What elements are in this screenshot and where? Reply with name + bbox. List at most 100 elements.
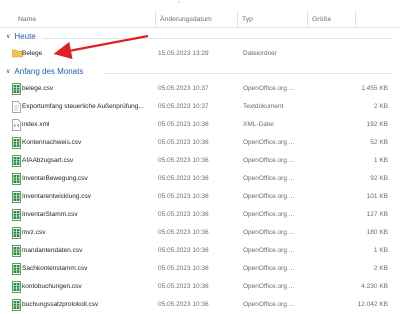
file-row[interactable]: AfAAbzugsart.csv 05.05.2023 10:36 OpenOffi… bbox=[0, 152, 400, 170]
file-size: 101 KB bbox=[366, 193, 388, 200]
spreadsheet-icon bbox=[12, 155, 22, 167]
file-date: 05.05.2023 10:36 bbox=[158, 283, 209, 290]
file-row[interactable]: kontobuchungen.csv 05.05.2023 10:36 OpenOf… bbox=[0, 278, 400, 296]
file-date: 05.05.2023 10:37 bbox=[158, 103, 209, 110]
file-name: index.xml bbox=[22, 121, 50, 128]
folder-icon bbox=[12, 48, 23, 60]
group-header-today[interactable]: ∨ Heute bbox=[6, 32, 36, 41]
file-name: AfAAbzugsart.csv bbox=[22, 157, 74, 164]
column-divider[interactable] bbox=[155, 11, 156, 27]
file-row[interactable]: belege.csv 05.05.2023 10:37 OpenOffice.org… bbox=[0, 80, 400, 98]
file-type: OpenOffice.org ... bbox=[243, 139, 295, 146]
column-divider[interactable] bbox=[237, 11, 238, 27]
file-name: Kontennachweis.csv bbox=[22, 139, 82, 146]
spreadsheet-icon bbox=[12, 191, 22, 203]
group-divider bbox=[42, 38, 392, 39]
file-type: OpenOffice.org ... bbox=[243, 229, 295, 236]
file-size: 1 KB bbox=[373, 247, 388, 254]
file-date: 05.05.2023 10:36 bbox=[158, 121, 209, 128]
file-type: Dateiordner bbox=[243, 50, 277, 57]
file-name: belege.csv bbox=[22, 85, 54, 92]
spreadsheet-icon bbox=[12, 263, 22, 275]
spreadsheet-icon bbox=[12, 299, 22, 311]
spreadsheet-icon bbox=[12, 227, 22, 239]
group-divider bbox=[104, 73, 392, 74]
file-date: 05.05.2023 10:36 bbox=[158, 229, 209, 236]
file-name: buchungssatzprotokoll.csv bbox=[22, 301, 99, 308]
file-date: 05.05.2023 10:36 bbox=[158, 211, 209, 218]
file-type: XML-Datei bbox=[243, 121, 274, 128]
column-header-type[interactable]: Typ bbox=[242, 16, 253, 23]
spreadsheet-icon bbox=[12, 137, 22, 149]
spreadsheet-icon bbox=[12, 281, 22, 293]
spreadsheet-icon bbox=[12, 83, 22, 95]
file-row[interactable]: buchungssatzprotokoll.csv 05.05.2023 10:3… bbox=[0, 296, 400, 314]
column-header-size[interactable]: Größe bbox=[312, 16, 331, 23]
file-date: 05.05.2023 10:36 bbox=[158, 157, 209, 164]
spreadsheet-icon bbox=[12, 209, 22, 221]
column-header-date[interactable]: Änderungsdatum bbox=[160, 16, 212, 23]
file-date: 05.05.2023 10:36 bbox=[158, 175, 209, 182]
group-label: Anfang des Monats bbox=[14, 67, 84, 76]
file-row[interactable]: Sachkontenstamm.csv 05.05.2023 10:36 OpenO… bbox=[0, 260, 400, 278]
file-size: 92 KB bbox=[370, 175, 388, 182]
file-row[interactable]: mvz.csv 05.05.2023 10:36 OpenOffice.org ..… bbox=[0, 224, 400, 242]
xml-file-icon bbox=[12, 119, 22, 131]
file-size: 12.042 KB bbox=[357, 301, 388, 308]
file-name: InventarStamm.csv bbox=[22, 211, 78, 218]
file-type: OpenOffice.org ... bbox=[243, 175, 295, 182]
column-header-bar: ⌃ Name Änderungsdatum Typ Größe bbox=[0, 0, 400, 28]
file-type: OpenOffice.org ... bbox=[243, 157, 295, 164]
file-type: OpenOffice.org ... bbox=[243, 283, 295, 290]
file-type: OpenOffice.org ... bbox=[243, 265, 295, 272]
file-date: 05.05.2023 10:36 bbox=[158, 139, 209, 146]
text-document-icon bbox=[12, 101, 22, 113]
group-label: Heute bbox=[14, 32, 36, 41]
column-divider[interactable] bbox=[355, 11, 356, 27]
file-name: Inventarentwicklung.csv bbox=[22, 193, 92, 200]
file-type: OpenOffice.org ... bbox=[243, 301, 295, 308]
file-size: 2 KB bbox=[373, 265, 388, 272]
file-row[interactable]: InventarStamm.csv 05.05.2023 10:36 OpenOff… bbox=[0, 206, 400, 224]
file-date: 05.05.2023 10:36 bbox=[158, 301, 209, 308]
file-type: OpenOffice.org ... bbox=[243, 85, 295, 92]
file-type: OpenOffice.org ... bbox=[243, 247, 295, 254]
spreadsheet-icon bbox=[12, 173, 22, 185]
file-size: 1.455 KB bbox=[361, 85, 388, 92]
file-row[interactable]: Exportumfang steuerliche Außenprüfung...… bbox=[0, 98, 400, 116]
chevron-down-icon: ∨ bbox=[6, 69, 11, 75]
column-divider[interactable] bbox=[307, 11, 308, 27]
file-type: OpenOffice.org ... bbox=[243, 211, 295, 218]
file-name: mvz.csv bbox=[22, 229, 46, 236]
group-header-month[interactable]: ∨ Anfang des Monats bbox=[6, 67, 83, 76]
file-date: 05.05.2023 10:37 bbox=[158, 85, 209, 92]
file-row[interactable]: Belege 15.05.2023 13:29 Dateiordner bbox=[0, 45, 400, 63]
sort-caret-icon: ⌃ bbox=[177, 1, 182, 7]
file-row[interactable]: Kontennachweis.csv 05.05.2023 10:36 OpenOf… bbox=[0, 134, 400, 152]
file-type: OpenOffice.org ... bbox=[243, 193, 295, 200]
file-name: InventarBewegung.csv bbox=[22, 175, 88, 182]
column-header-name[interactable]: Name bbox=[18, 16, 36, 23]
chevron-down-icon: ∨ bbox=[6, 34, 11, 40]
file-size: 127 KB bbox=[366, 211, 388, 218]
file-date: 05.05.2023 10:36 bbox=[158, 193, 209, 200]
file-date: 15.05.2023 13:29 bbox=[158, 50, 209, 57]
file-size: 2 KB bbox=[373, 103, 388, 110]
file-row[interactable]: Inventarentwicklung.csv 05.05.2023 10:36 O… bbox=[0, 188, 400, 206]
file-date: 05.05.2023 10:36 bbox=[158, 265, 209, 272]
file-size: 4.230 KB bbox=[361, 283, 388, 290]
file-name: kontobuchungen.csv bbox=[22, 283, 82, 290]
file-size: 180 KB bbox=[366, 229, 388, 236]
file-type: Textdokument bbox=[243, 103, 284, 110]
file-row[interactable]: index.xml 05.05.2023 10:36 XML-Datei 192 KB bbox=[0, 116, 400, 134]
file-name: Exportumfang steuerliche Außenprüfung... bbox=[22, 103, 144, 110]
file-date: 05.05.2023 10:36 bbox=[158, 247, 209, 254]
spreadsheet-icon bbox=[12, 245, 22, 257]
file-name: Belege bbox=[22, 50, 43, 57]
file-size: 52 KB bbox=[370, 139, 388, 146]
file-name: Sachkontenstamm.csv bbox=[22, 265, 88, 272]
file-row[interactable]: InventarBewegung.csv 05.05.2023 10:36 Open… bbox=[0, 170, 400, 188]
file-size: 1 KB bbox=[373, 157, 388, 164]
file-row[interactable]: mandantendaten.csv 05.05.2023 10:36 OpenOf… bbox=[0, 242, 400, 260]
file-size: 192 KB bbox=[366, 121, 388, 128]
